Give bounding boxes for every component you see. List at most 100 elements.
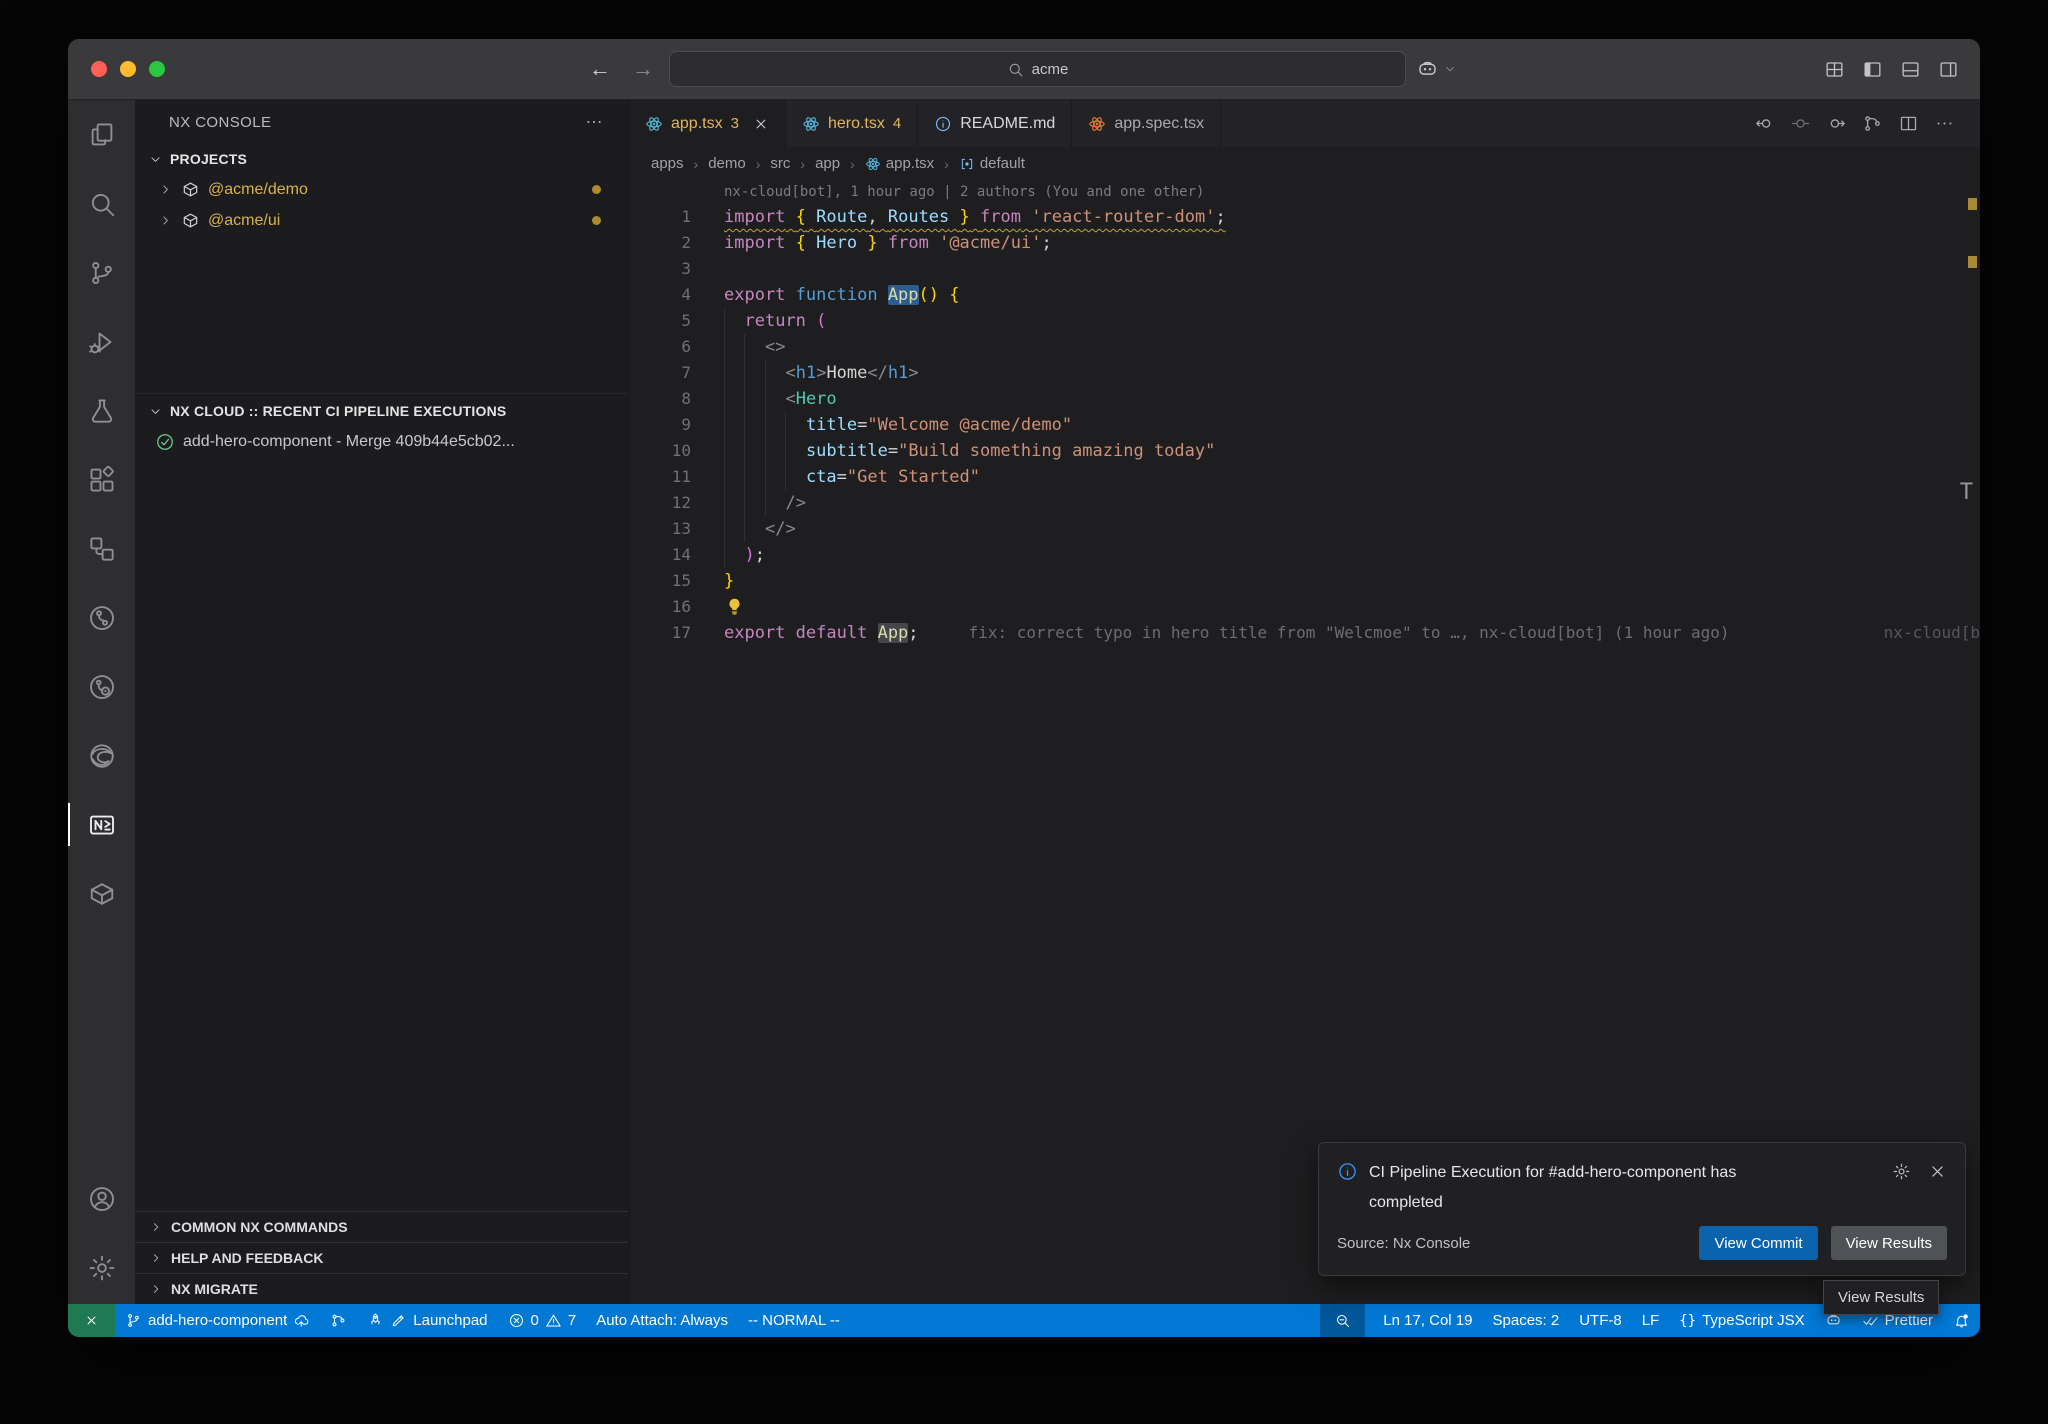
status-text: Spaces: 2	[1493, 1312, 1560, 1329]
line-content[interactable]: <>	[724, 334, 785, 360]
status-vim-mode[interactable]: -- NORMAL --	[738, 1304, 850, 1337]
layout-sidebar-right-icon[interactable]	[1938, 59, 1959, 80]
project-item[interactable]: @acme/demo	[135, 174, 628, 205]
tab-close-icon[interactable]	[753, 116, 769, 132]
activity-project-details[interactable]	[68, 514, 135, 583]
view-commit-button[interactable]: View Commit	[1699, 1226, 1817, 1260]
breadcrumb-item-app[interactable]: app	[815, 155, 840, 172]
activity-gitlens[interactable]	[68, 583, 135, 652]
line-content[interactable]: }	[724, 568, 734, 594]
status-language[interactable]: {}TypeScript JSX	[1669, 1304, 1814, 1337]
activity-nx-console[interactable]	[68, 790, 135, 859]
tab-app.tsx[interactable]: app.tsx3	[629, 100, 786, 147]
chevron-down-icon	[148, 152, 163, 167]
nav-forward-circle-icon[interactable]	[1826, 113, 1847, 134]
code-line-7: 7 <h1>Home</h1>	[629, 360, 1980, 386]
activity-accounts[interactable]	[68, 1164, 135, 1233]
status-branch[interactable]: add-hero-component	[115, 1304, 320, 1337]
activity-edge-tools[interactable]	[68, 721, 135, 790]
line-content[interactable]: cta="Get Started"	[724, 464, 980, 490]
status-commit-graph[interactable]	[320, 1304, 357, 1337]
status-notifications[interactable]	[1943, 1304, 1980, 1337]
tab-hero.tsx[interactable]: hero.tsx4	[786, 100, 918, 147]
line-content[interactable]: export default App;fix: correct typo in …	[724, 620, 1730, 646]
activity-source-control[interactable]	[68, 238, 135, 307]
activity-run-and-debug[interactable]	[68, 307, 135, 376]
chevron-right-icon	[149, 1220, 163, 1234]
forward-arrow-icon[interactable]: →	[632, 56, 654, 82]
activity-containers[interactable]	[68, 859, 135, 928]
breadcrumb-item-demo[interactable]: demo	[708, 155, 746, 172]
indent-guide	[724, 334, 744, 360]
line-content[interactable]: />	[724, 490, 806, 516]
line-content[interactable]: export function App() {	[724, 282, 960, 308]
indent-guide	[765, 464, 785, 490]
status-remote[interactable]	[68, 1304, 115, 1337]
activity-settings[interactable]	[68, 1233, 135, 1302]
pipeline-execution-item[interactable]: add-hero-component - Merge 409b44e5cb02.…	[135, 426, 628, 457]
more-icon[interactable]	[1934, 113, 1955, 134]
command-center-search[interactable]: acme	[669, 51, 1406, 87]
line-content[interactable]	[724, 594, 745, 620]
lightbulb-icon[interactable]	[724, 596, 745, 617]
status-problems[interactable]: 07	[498, 1304, 587, 1337]
nav-dim-circle-icon[interactable]	[1790, 113, 1811, 134]
breadcrumb-item-app.tsx[interactable]: app.tsx	[865, 155, 934, 172]
line-content[interactable]: <Hero	[724, 386, 837, 412]
back-arrow-icon[interactable]: ←	[589, 56, 611, 82]
breadcrumb-item-apps[interactable]: apps	[651, 155, 684, 172]
project-item[interactable]: @acme/ui	[135, 205, 628, 236]
copilot-menu[interactable]	[1416, 39, 1457, 99]
breadcrumb: apps›demo›src›app›app.tsx›default	[629, 147, 1980, 180]
sidebar-section-nx-migrate[interactable]: NX MIGRATE	[135, 1273, 628, 1304]
tab-app.spec.tsx[interactable]: app.spec.tsx	[1072, 100, 1221, 147]
line-content[interactable]: );	[724, 542, 765, 568]
status-encoding[interactable]: UTF-8	[1569, 1304, 1632, 1337]
nx-cloud-section-label: NX CLOUD :: RECENT CI PIPELINE EXECUTION…	[170, 403, 506, 419]
notification-settings-gear-icon[interactable]	[1892, 1162, 1911, 1181]
activity-explorer[interactable]	[68, 100, 135, 169]
project-status-dot	[592, 216, 601, 225]
close-window-button[interactable]	[91, 61, 107, 77]
line-number: 14	[629, 542, 691, 568]
line-content[interactable]: </>	[724, 516, 796, 542]
code-editor[interactable]: nx-cloud[bot], 1 hour ago | 2 authors (Y…	[629, 180, 1980, 1304]
status-text: -- NORMAL --	[748, 1312, 840, 1329]
status-zoom[interactable]	[1320, 1304, 1365, 1337]
line-content[interactable]: import { Hero } from '@acme/ui';	[724, 230, 1052, 256]
view-results-button[interactable]: View Results	[1831, 1226, 1947, 1260]
line-content[interactable]: return (	[724, 308, 826, 334]
activity-extensions[interactable]	[68, 445, 135, 514]
status-launchpad[interactable]: Launchpad	[357, 1304, 497, 1337]
commit-graph-icon[interactable]	[1862, 113, 1883, 134]
line-content[interactable]: title="Welcome @acme/demo"	[724, 412, 1072, 438]
breadcrumb-item-src[interactable]: src	[770, 155, 790, 172]
notification-close-icon[interactable]	[1928, 1162, 1947, 1181]
activity-gitlens-inspect[interactable]	[68, 652, 135, 721]
tab-README.md[interactable]: README.md	[918, 100, 1072, 147]
status-eol[interactable]: LF	[1632, 1304, 1670, 1337]
projects-section-header[interactable]: PROJECTS	[135, 144, 628, 174]
commit-graph-icon	[330, 1312, 347, 1329]
status-indentation[interactable]: Spaces: 2	[1483, 1304, 1570, 1337]
status-cursor-position[interactable]: Ln 17, Col 19	[1373, 1304, 1482, 1337]
layout-panel-icon[interactable]	[1900, 59, 1921, 80]
nx-cloud-section-header[interactable]: NX CLOUD :: RECENT CI PIPELINE EXECUTION…	[135, 396, 628, 426]
breadcrumb-item-default[interactable]: default	[959, 155, 1025, 172]
line-content[interactable]: <h1>Home</h1>	[724, 360, 919, 386]
sidebar-section-help-and-feedback[interactable]: HELP AND FEEDBACK	[135, 1242, 628, 1273]
nav-back-circle-icon[interactable]	[1754, 113, 1775, 134]
line-content[interactable]: import { Route, Routes } from 'react-rou…	[724, 204, 1226, 230]
layout-sidebar-left-icon[interactable]	[1862, 59, 1883, 80]
sidebar-section-common-nx-commands[interactable]: COMMON NX COMMANDS	[135, 1211, 628, 1242]
minimize-window-button[interactable]	[120, 61, 136, 77]
more-actions-icon[interactable]	[584, 112, 604, 132]
layout-grid-icon[interactable]	[1824, 59, 1845, 80]
extensions-icon	[87, 465, 117, 495]
line-content[interactable]: subtitle="Build something amazing today"	[724, 438, 1215, 464]
activity-testing[interactable]	[68, 376, 135, 445]
maximize-window-button[interactable]	[149, 61, 165, 77]
activity-search[interactable]	[68, 169, 135, 238]
status-auto-attach[interactable]: Auto Attach: Always	[586, 1304, 738, 1337]
split-editor-icon[interactable]	[1898, 113, 1919, 134]
